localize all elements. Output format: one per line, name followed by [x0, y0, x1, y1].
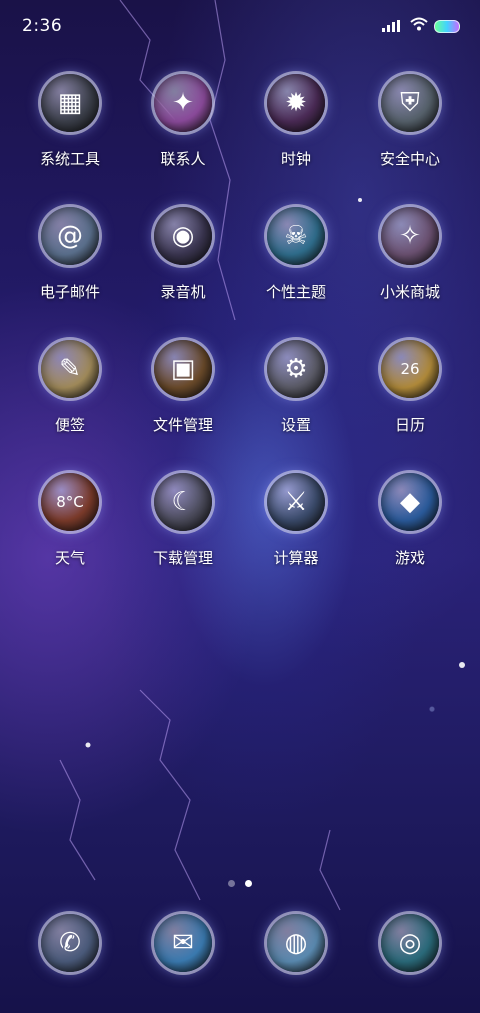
notes-scroll-icon: ✎	[41, 340, 99, 398]
theme-skull-icon: ☠	[267, 207, 325, 265]
page-indicator	[0, 872, 480, 891]
tools-grid-icon: ▦	[41, 74, 99, 132]
app-calendar-scroll[interactable]: 26 日历	[355, 340, 465, 435]
wifi-icon	[410, 17, 428, 31]
app-label: 个性主题	[265, 283, 326, 301]
app-label: 系统工具	[39, 150, 100, 168]
app-store-emblem[interactable]: ✧ 小米商城	[355, 207, 465, 302]
calculator-swords-icon: ⚔	[267, 473, 325, 531]
app-tools-grid[interactable]: ▦ 系统工具	[15, 74, 125, 169]
status-time: 2:36	[22, 16, 63, 36]
clock-spiked-ball-icon: ✹	[267, 74, 325, 132]
app-label: 设置	[280, 416, 311, 434]
status-bar: 2:36	[0, 0, 480, 52]
contacts-fan-icon: ✦	[154, 74, 212, 132]
app-clock-spiked-ball[interactable]: ✹ 时钟	[241, 74, 351, 169]
app-label: 游戏	[394, 549, 425, 567]
recorder-mic-icon: ◉	[154, 207, 212, 265]
app-email-at[interactable]: @ 电子邮件	[15, 207, 125, 302]
app-settings-gear[interactable]: ⚙ 设置	[241, 340, 351, 435]
app-label: 小米商城	[379, 283, 440, 301]
security-shield-icon: ⛨	[381, 74, 439, 132]
phone-lightning-icon: ✆	[41, 914, 99, 972]
app-theme-skull[interactable]: ☠ 个性主题	[241, 207, 351, 302]
game-crystal-icon: ◆	[381, 473, 439, 531]
app-label: 电子邮件	[39, 283, 100, 301]
page-dot[interactable]	[245, 880, 252, 887]
dock-messages-crystal[interactable]: ✉	[128, 914, 238, 972]
page-dot[interactable]	[228, 880, 235, 887]
app-security-shield[interactable]: ⛨ 安全中心	[355, 74, 465, 169]
app-label: 计算器	[273, 549, 319, 567]
app-label: 录音机	[160, 283, 206, 301]
app-label: 文件管理	[152, 416, 213, 434]
download-moon-icon: ☾	[154, 473, 212, 531]
app-label: 下载管理	[152, 549, 213, 567]
dock-camera-orb[interactable]: ◎	[355, 914, 465, 972]
email-at-icon: @	[41, 207, 99, 265]
calendar-scroll-icon: 26	[381, 340, 439, 398]
store-emblem-icon: ✧	[381, 207, 439, 265]
weather-dragon-icon: 8°C	[41, 473, 99, 531]
app-file-chest[interactable]: ▣ 文件管理	[128, 340, 238, 435]
app-label: 天气	[54, 549, 85, 567]
messages-crystal-icon: ✉	[154, 914, 212, 972]
app-game-crystal[interactable]: ◆ 游戏	[355, 473, 465, 568]
dock: ✆ ✉ ◍ ◎	[0, 914, 480, 984]
app-label: 便签	[54, 416, 85, 434]
battery-icon	[434, 20, 460, 33]
camera-orb-icon: ◎	[381, 914, 439, 972]
app-label: 联系人	[160, 150, 206, 168]
app-label: 安全中心	[379, 150, 440, 168]
dock-browser-scroll[interactable]: ◍	[241, 914, 351, 972]
app-notes-scroll[interactable]: ✎ 便签	[15, 340, 125, 435]
browser-scroll-icon: ◍	[267, 914, 325, 972]
app-label: 日历	[394, 416, 425, 434]
app-weather-dragon[interactable]: 8°C 天气	[15, 473, 125, 568]
signal-icon	[382, 20, 400, 32]
file-chest-icon: ▣	[154, 340, 212, 398]
app-contacts-fan[interactable]: ✦ 联系人	[128, 74, 238, 169]
app-label: 时钟	[280, 150, 311, 168]
dock-phone-lightning[interactable]: ✆	[15, 914, 125, 972]
app-recorder-mic[interactable]: ◉ 录音机	[128, 207, 238, 302]
app-calculator-swords[interactable]: ⚔ 计算器	[241, 473, 351, 568]
settings-gear-icon: ⚙	[267, 340, 325, 398]
app-download-moon[interactable]: ☾ 下载管理	[128, 473, 238, 568]
